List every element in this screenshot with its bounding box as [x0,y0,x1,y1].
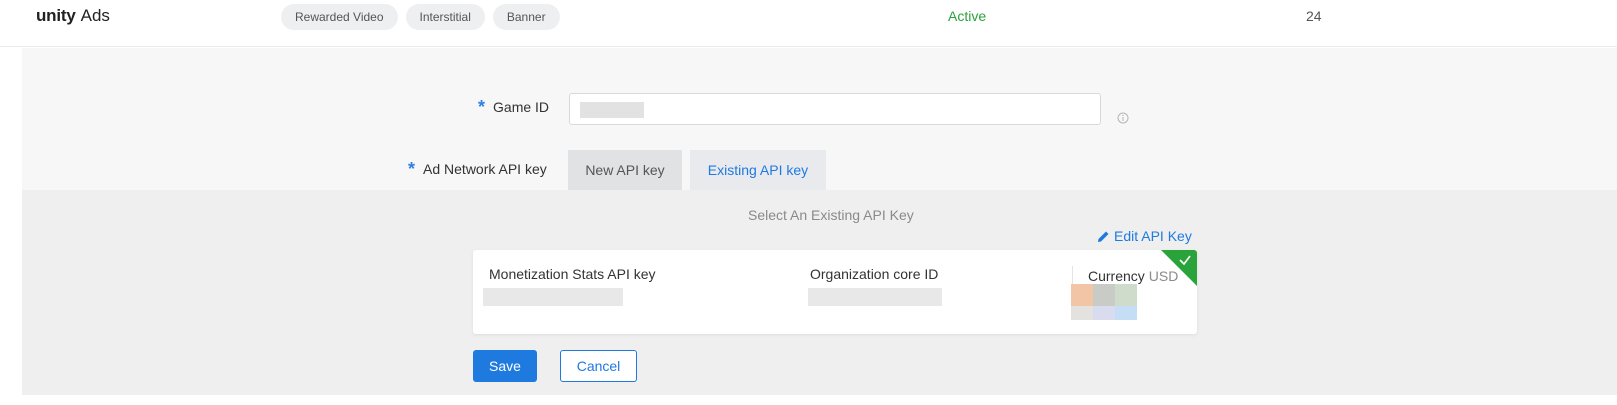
redacted-monetization-key [483,288,623,306]
redacted-swatch [1071,306,1093,320]
cancel-button[interactable]: Cancel [560,350,637,382]
chip-banner: Banner [492,4,560,30]
redacted-swatch [1071,284,1093,306]
organization-core-id-label: Organization core ID [810,266,939,282]
redacted-swatch [1093,284,1115,306]
api-key-label-text: Ad Network API key [423,161,547,177]
game-id-label-text: Game ID [493,99,550,115]
game-id-label: * Game ID [478,98,549,116]
select-existing-key-title: Select An Existing API Key [748,207,914,223]
status-text: Active [948,8,987,24]
currency-label-text: Currency [1088,268,1145,284]
checkmark-icon [1179,255,1191,266]
logo-product: Ads [80,6,110,25]
api-key-label: * Ad Network API key [408,160,547,178]
redacted-game-id [580,102,644,118]
tab-new-api-key[interactable]: New API key [568,150,682,190]
redacted-swatch [1093,306,1115,320]
network-logo: unity Ads [36,6,110,26]
edit-api-key-label: Edit API Key [1114,228,1192,244]
monetization-stats-label: Monetization Stats API key [489,266,656,282]
chip-rewarded-video: Rewarded Video [281,4,398,30]
pencil-icon [1098,231,1109,242]
redacted-swatch [1115,306,1137,320]
redacted-organization-id [808,288,942,306]
info-icon[interactable] [1117,112,1129,124]
required-asterisk-icon: * [408,159,416,179]
redacted-swatch [1115,284,1137,306]
edit-api-key-link[interactable]: Edit API Key [1097,228,1192,244]
count-value: 24 [1306,8,1322,24]
logo-brand: unity [36,6,76,25]
tab-existing-api-key[interactable]: Existing API key [690,150,826,190]
app-header-row: unity Ads Rewarded Video Interstitial Ban… [0,0,1617,47]
chip-interstitial: Interstitial [405,4,485,30]
game-id-input[interactable] [569,93,1101,125]
required-asterisk-icon: * [478,97,486,117]
save-button[interactable]: Save [473,350,537,382]
api-key-card[interactable]: Monetization Stats API key Organization … [473,250,1197,334]
ad-format-chips: Rewarded Video Interstitial Banner [281,4,560,30]
